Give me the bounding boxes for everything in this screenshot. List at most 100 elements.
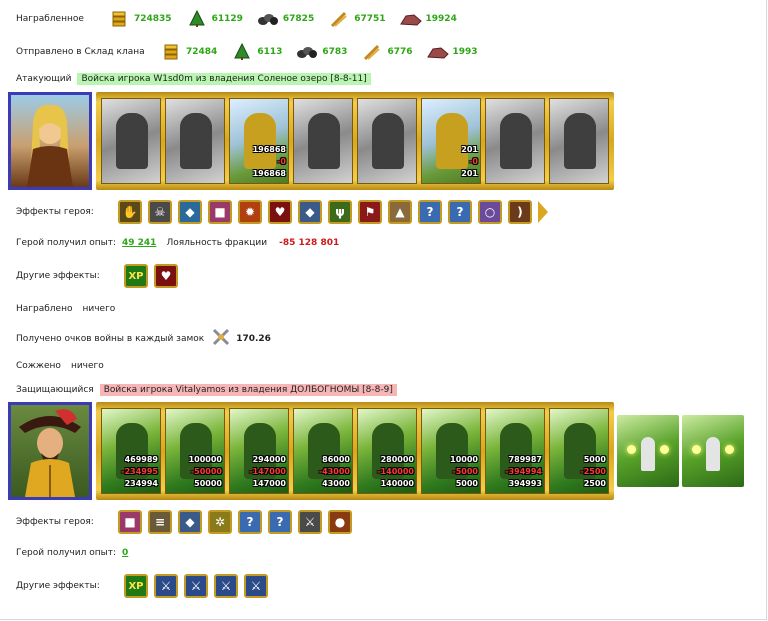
gem-icon[interactable]: ◆	[178, 200, 202, 224]
creature-image	[308, 113, 340, 169]
defender-row: Защищающийся Войска игрока Vitalyamos из…	[16, 384, 397, 396]
sent-ore: 6783	[296, 43, 347, 61]
fire-icon[interactable]: ✹	[238, 200, 262, 224]
defender-effects-list: ■ ≡ ◆ ✲?? ⚔ ●	[118, 510, 358, 534]
sword-icon[interactable]: ⚔	[214, 574, 238, 598]
defender-exp-label: Герой получил опыт:	[16, 548, 116, 558]
unit-slot[interactable]: 10000 -5000 5000	[421, 408, 481, 494]
chest-icon[interactable]: ■	[118, 510, 142, 534]
unit-losses: -147000	[249, 467, 286, 476]
chest-icon[interactable]: ■	[208, 200, 232, 224]
unit-losses: -0	[469, 157, 478, 166]
skull-icon[interactable]: ☠	[148, 200, 172, 224]
defender-exp-value: 0	[121, 548, 129, 558]
stone-icon	[426, 43, 449, 61]
unit-slot[interactable]	[549, 98, 609, 184]
defender-other-effects-row: Другие эффекты: XP ⚔ ⚔ ⚔ ⚔	[16, 574, 274, 598]
defender-hero-portrait[interactable]	[8, 402, 92, 500]
unit-slot[interactable]: 280000 -140000 140000	[357, 408, 417, 494]
loot-stone: 19924	[399, 10, 457, 28]
unit-slot[interactable]: 294000 -147000 147000	[229, 408, 289, 494]
loot-label: Награбленное	[16, 14, 84, 24]
loot-gold-value: 724835	[134, 14, 172, 24]
unit-slot[interactable]: 789987 -394994 394993	[485, 408, 545, 494]
burned-value: ничего	[70, 361, 104, 371]
unit-slot[interactable]: 201 -0 201	[421, 98, 481, 184]
unit-slot[interactable]: 196868 -0 196868	[229, 98, 289, 184]
defender-army: 469989 -234995 234994 100000 -50000 50000 2940…	[8, 402, 744, 500]
unit-slot[interactable]	[357, 98, 417, 184]
defender-effects-row: Эффекты героя: ■ ≡ ◆ ✲?? ⚔ ●	[16, 510, 358, 534]
glove-icon[interactable]: ✋	[118, 200, 142, 224]
xp-icon[interactable]: XP	[124, 264, 148, 288]
sent-wheat-value: 6776	[387, 47, 413, 57]
creature-image	[564, 113, 596, 169]
unit-slot[interactable]	[293, 98, 353, 184]
unit-slot[interactable]: 469989 -234995 234994	[101, 408, 161, 494]
question-icon[interactable]: ?	[268, 510, 292, 534]
round-shield-icon[interactable]: ●	[328, 510, 352, 534]
crossed-swords-icon	[212, 328, 230, 349]
butterfly-icon[interactable]: ✲	[208, 510, 232, 534]
attacker-effects-label: Эффекты героя:	[16, 207, 94, 217]
unit-losses: -2500	[580, 467, 606, 476]
wheat-icon	[361, 43, 383, 61]
unit-slot[interactable]: 5000 -2500 2500	[549, 408, 609, 494]
scroll-right-arrow-icon[interactable]	[538, 201, 548, 223]
attacker-army-tag[interactable]: Войска игрока W1sd0m из владения Соленое…	[77, 73, 371, 85]
loot-gold: 724835	[108, 10, 172, 28]
attacker-exp-row: Герой получил опыт: 49 241 Лояльность фр…	[16, 238, 339, 248]
gold-coins-icon	[160, 43, 182, 61]
question-icon[interactable]: ?	[448, 200, 472, 224]
unit-slot[interactable]: 100000 -50000 50000	[165, 408, 225, 494]
unit-count-before: 100000	[188, 455, 222, 464]
armor-icon[interactable]: ▲	[388, 200, 412, 224]
loot-wheat: 67751	[328, 10, 386, 28]
attacker-effects-row: Эффекты героя: ✋ ☠ ◆ ■ ✹ ♥ ◆ ψ ⚑ ▲?? ○)	[16, 200, 548, 224]
creature-image	[116, 113, 148, 169]
creature-image	[372, 113, 404, 169]
sent-wood: 6113	[231, 43, 282, 61]
sent-ore-value: 6783	[322, 47, 348, 57]
unit-losses: -140000	[377, 467, 414, 476]
unit-slot[interactable]	[101, 98, 161, 184]
pawn-artifact-icon	[617, 415, 679, 487]
sword-icon[interactable]: ⚔	[244, 574, 268, 598]
sent-stone: 1993	[426, 43, 478, 61]
attacker-exp-value: 49 241	[121, 238, 157, 248]
sword-icon[interactable]: ⚔	[184, 574, 208, 598]
creature-image	[436, 113, 468, 169]
unit-count-before: 789987	[508, 455, 542, 464]
banner-icon[interactable]: ⚑	[358, 200, 382, 224]
stone-icon	[399, 10, 422, 28]
claw-icon[interactable]: ψ	[328, 200, 352, 224]
question-icon[interactable]: ?	[418, 200, 442, 224]
unit-count-before: 196868	[252, 145, 286, 154]
unit-count-after: 196868	[252, 169, 286, 178]
heart-icon[interactable]: ♥	[268, 200, 292, 224]
bow-icon[interactable]: )	[508, 200, 532, 224]
shield-icon[interactable]: ◆	[298, 200, 322, 224]
sent-gold: 72484	[160, 43, 217, 61]
attacker-other-effects-row: Другие эффекты: XP ♥	[16, 264, 184, 288]
sent-label: Отправлено в Склад клана	[16, 47, 145, 57]
wood-tree-icon	[231, 43, 253, 61]
shield-icon[interactable]: ◆	[178, 510, 202, 534]
heart-sword-icon[interactable]: ♥	[154, 264, 178, 288]
sent-wheat: 6776	[361, 43, 413, 61]
unit-slot[interactable]	[165, 98, 225, 184]
ring-icon[interactable]: ○	[478, 200, 502, 224]
attacker-hero-portrait[interactable]	[8, 92, 92, 190]
defender-army-tag[interactable]: Войска игрока Vitalyamos из владения ДОЛ…	[99, 384, 397, 396]
scroll-icon[interactable]: ≡	[148, 510, 172, 534]
creature-image	[180, 113, 212, 169]
wheat-icon	[328, 10, 350, 28]
unit-slot[interactable]	[485, 98, 545, 184]
sword-icon[interactable]: ⚔	[154, 574, 178, 598]
unit-slot[interactable]: 86000 -43000 43000	[293, 408, 353, 494]
blade-icon[interactable]: ⚔	[298, 510, 322, 534]
xp-icon[interactable]: XP	[124, 574, 148, 598]
question-icon[interactable]: ?	[238, 510, 262, 534]
unit-losses: -5000	[452, 467, 478, 476]
unit-count-after: 50000	[194, 479, 222, 488]
